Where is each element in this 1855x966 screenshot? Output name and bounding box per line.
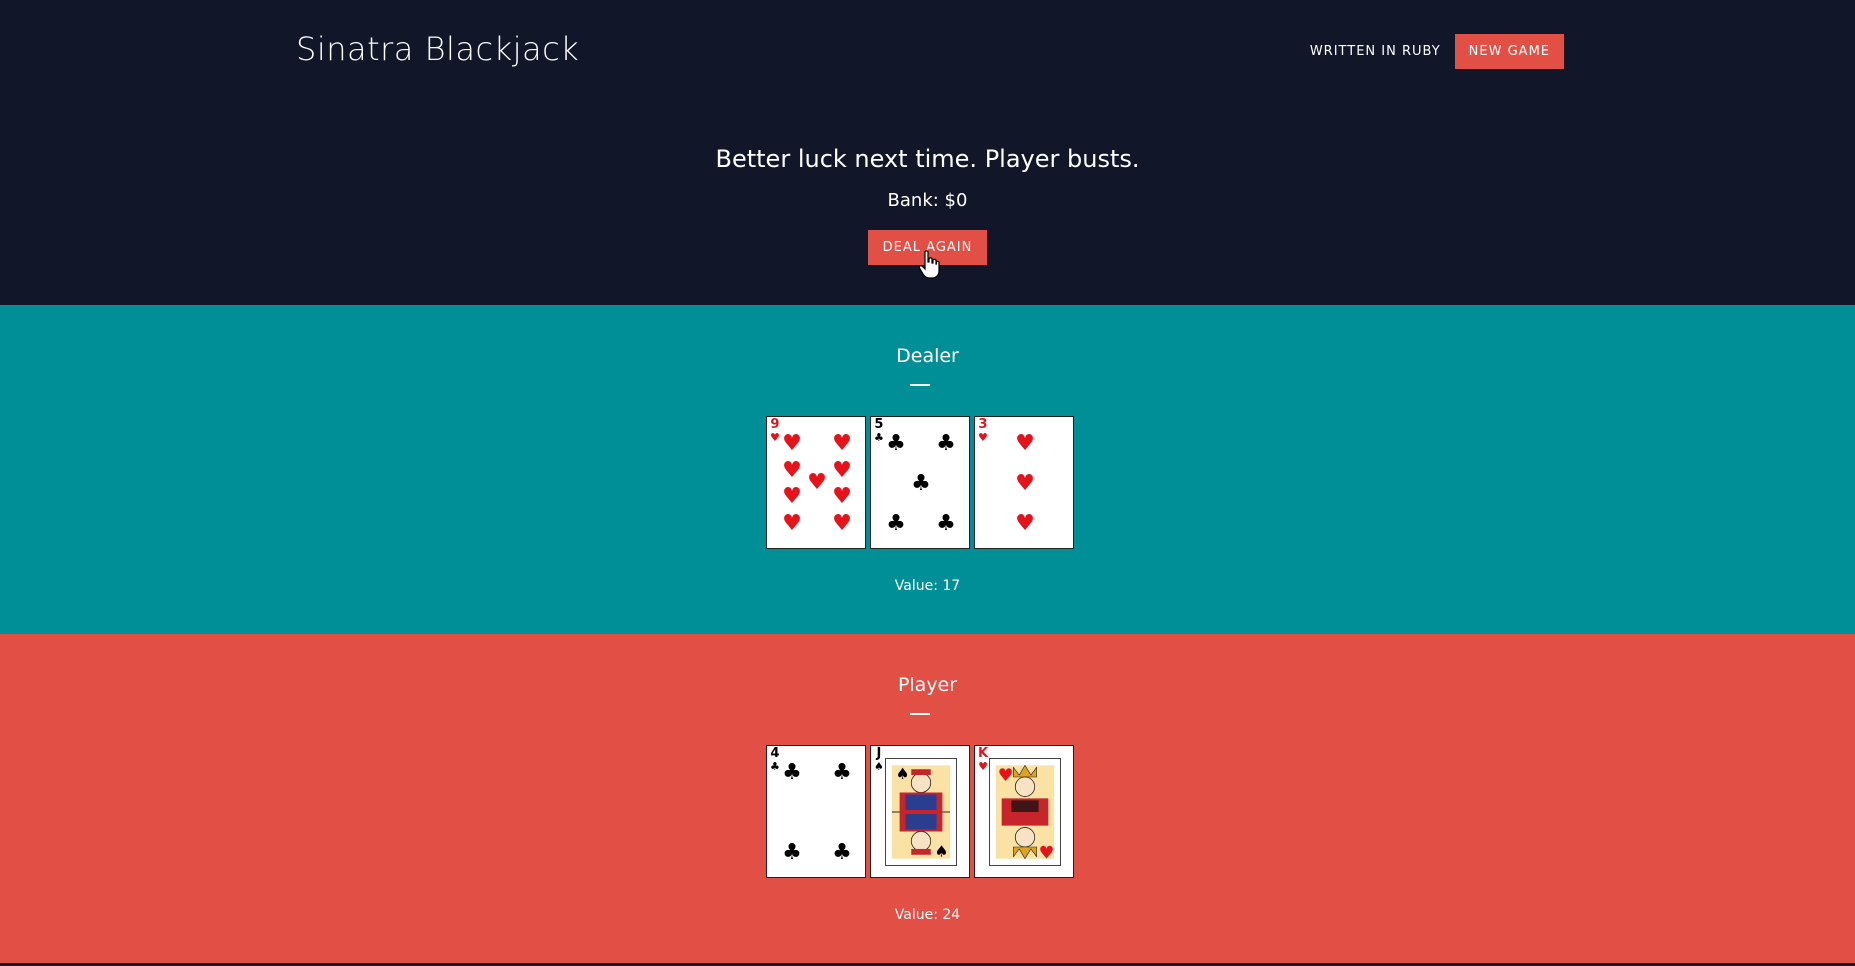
hand-cursor-icon: [918, 250, 940, 279]
club-pip-icon: ♣: [782, 760, 802, 785]
top-section: Sinatra Blackjack WRITTEN IN RUBY NEW GA…: [0, 0, 1855, 305]
heart-pip-icon: ♥: [782, 458, 802, 483]
player-value: Value: 24: [894, 907, 961, 923]
king-face-icon: ♥ ♥: [989, 758, 1061, 866]
card-corner: 9 ♥: [770, 417, 780, 444]
heart-pip-icon: ♥: [807, 470, 827, 495]
card-corner: 4 ♣: [770, 746, 780, 773]
player-divider: [910, 713, 930, 715]
bank-balance: Bank: $0: [887, 190, 968, 211]
heart-pip-icon: ♥: [832, 511, 852, 536]
heart-pip-icon: ♥: [1015, 471, 1035, 496]
svg-text:♥: ♥: [1039, 844, 1055, 864]
new-game-button[interactable]: NEW GAME: [1454, 34, 1564, 69]
heart-pip-icon: ♥: [832, 458, 852, 483]
dealer-card-2: 5 ♣ ♣ ♣ ♣ ♣ ♣: [870, 416, 970, 549]
club-pip-icon: ♣: [911, 471, 931, 496]
player-section: Player 4 ♣ ♣ ♣ ♣ ♣ J ♠ ♠ ♠ K ♥ ♥ ♥ Value…: [0, 634, 1855, 963]
club-pip-icon: ♣: [936, 511, 956, 536]
result-message: Better luck next time. Player busts.: [715, 145, 1140, 173]
svg-text:♥: ♥: [998, 766, 1014, 786]
jack-face-icon: ♠ ♠: [885, 758, 957, 866]
club-pip-icon: ♣: [832, 760, 852, 785]
club-pip-icon: ♣: [936, 431, 956, 456]
heart-pip-icon: ♥: [782, 431, 802, 456]
dealer-section: Dealer 9 ♥ ♥ ♥ ♥ ♥ ♥ ♥ ♥ ♥ ♥ 5 ♣ ♣ ♣ ♣ ♣ ♣…: [0, 305, 1855, 634]
player-card-2: J ♠ ♠ ♠: [870, 745, 970, 878]
dealer-value: Value: 17: [894, 578, 961, 594]
dealer-title: Dealer: [896, 345, 959, 367]
dealer-card-3: 3 ♥ ♥ ♥ ♥: [974, 416, 1074, 549]
heart-pip-icon: ♥: [832, 484, 852, 509]
svg-text:♠: ♠: [896, 765, 910, 783]
player-title: Player: [897, 674, 958, 696]
written-in-ruby-link[interactable]: WRITTEN IN RUBY: [1310, 34, 1441, 69]
heart-pip-icon: ♥: [832, 431, 852, 456]
brand-title[interactable]: Sinatra Blackjack: [296, 30, 579, 68]
heart-pip-icon: ♥: [782, 484, 802, 509]
club-pip-icon: ♣: [832, 840, 852, 865]
dealer-card-1: 9 ♥ ♥ ♥ ♥ ♥ ♥ ♥ ♥ ♥ ♥: [766, 416, 866, 549]
card-corner: 5 ♣: [874, 417, 884, 444]
card-corner: K ♥: [978, 746, 989, 773]
card-corner: 3 ♥: [978, 417, 988, 444]
dealer-cards: 9 ♥ ♥ ♥ ♥ ♥ ♥ ♥ ♥ ♥ ♥ 5 ♣ ♣ ♣ ♣ ♣ ♣ 3 ♥ ♥ ♥…: [766, 416, 1074, 549]
player-card-3: K ♥ ♥ ♥: [974, 745, 1074, 878]
heart-pip-icon: ♥: [1015, 431, 1035, 456]
dealer-divider: [910, 384, 930, 386]
club-pip-icon: ♣: [886, 511, 906, 536]
club-pip-icon: ♣: [782, 840, 802, 865]
club-pip-icon: ♣: [886, 431, 906, 456]
card-corner: J ♠: [874, 746, 884, 773]
player-cards: 4 ♣ ♣ ♣ ♣ ♣ J ♠ ♠ ♠ K ♥ ♥ ♥: [766, 745, 1074, 878]
heart-pip-icon: ♥: [782, 511, 802, 536]
player-card-1: 4 ♣ ♣ ♣ ♣ ♣: [766, 745, 866, 878]
svg-text:♠: ♠: [935, 843, 949, 861]
top-nav: WRITTEN IN RUBY NEW GAME: [1310, 34, 1564, 69]
heart-pip-icon: ♥: [1015, 511, 1035, 536]
